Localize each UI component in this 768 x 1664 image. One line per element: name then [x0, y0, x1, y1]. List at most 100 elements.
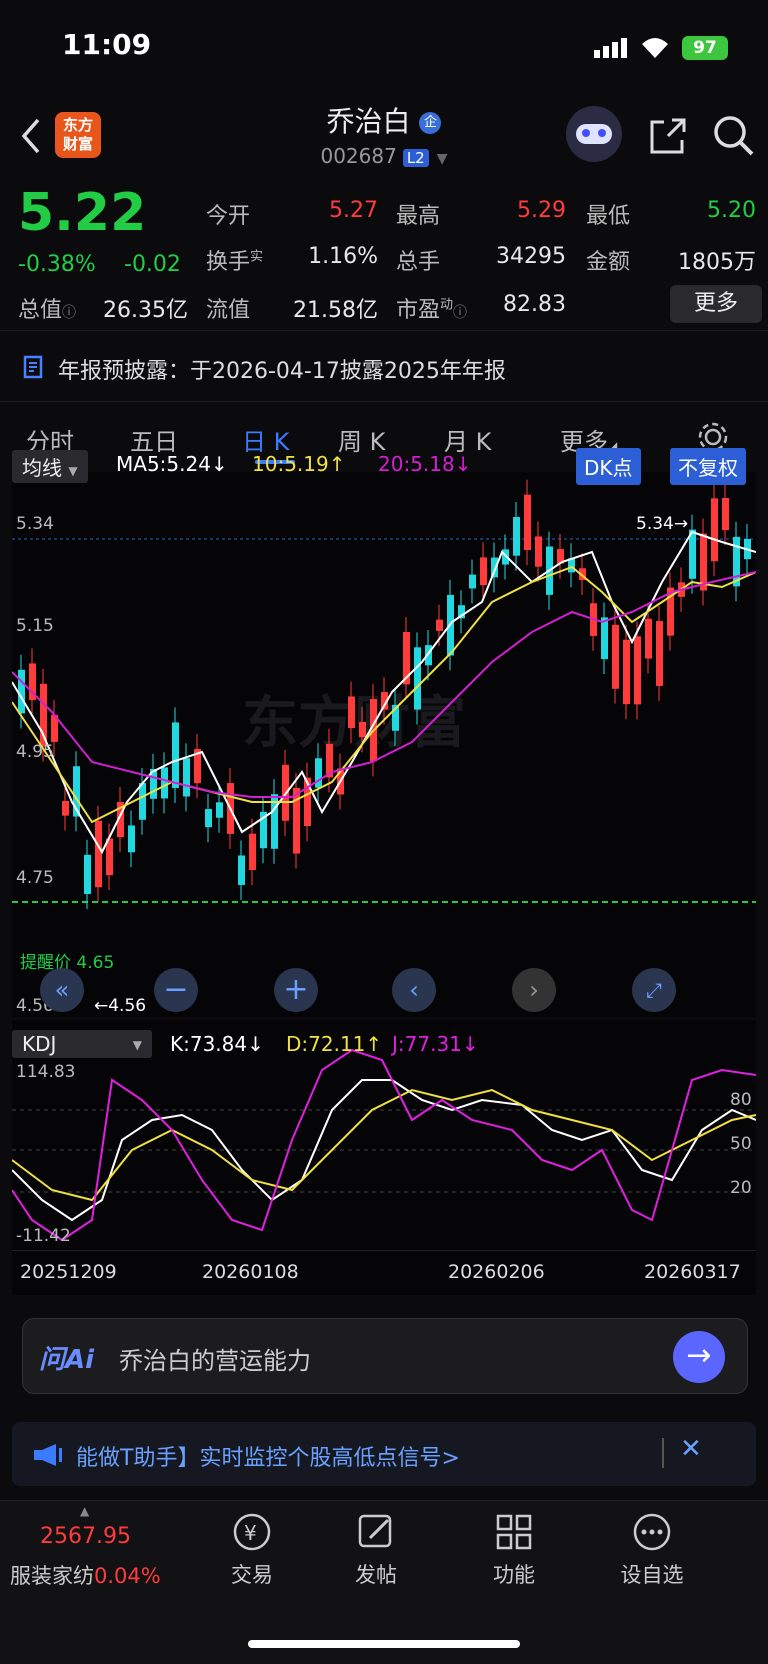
- date-label: 20260317: [644, 1261, 741, 1283]
- more-dots-icon: [633, 1513, 671, 1551]
- grid-icon: [496, 1514, 532, 1550]
- kline-chart[interactable]: 东方财富: [11, 472, 757, 1017]
- candle-body: [535, 536, 542, 567]
- candle-body: [513, 517, 520, 556]
- candle-body: [634, 636, 641, 705]
- more-button[interactable]: 更多: [670, 285, 762, 323]
- index-value[interactable]: 2567.95: [40, 1524, 131, 1549]
- candle-body: [315, 758, 322, 788]
- y-label-mid: 5.15: [16, 616, 54, 636]
- expand-up-icon[interactable]: ▲: [80, 1504, 89, 1518]
- candle-body: [623, 639, 630, 705]
- enterprise-badge: 企: [419, 112, 442, 134]
- market-cap-label: 总值ⓘ: [18, 298, 77, 323]
- candle-body: [62, 801, 69, 816]
- promo-banner[interactable]: 能做T助手】实时监控个股高低点信号> ✕: [12, 1422, 756, 1486]
- share-icon[interactable]: [648, 116, 688, 156]
- ai-logo: 问Ai: [39, 1345, 95, 1375]
- candle-body: [436, 619, 443, 631]
- change-amount: -0.02: [124, 252, 181, 277]
- candle-body: [414, 647, 421, 710]
- candle-body: [183, 758, 190, 797]
- high-label: 最高: [396, 204, 441, 229]
- kdj-bottom-label: -11.42: [16, 1226, 71, 1246]
- signal-icon: [594, 38, 627, 58]
- nav-watchlist[interactable]: 设自选: [592, 1510, 712, 1589]
- low-value: 5.20: [707, 198, 756, 223]
- megaphone-icon: [34, 1444, 62, 1466]
- pe-value: 82.83: [503, 292, 566, 317]
- open-value: 5.27: [329, 198, 378, 223]
- scroll-left-icon[interactable]: ‹: [392, 968, 436, 1012]
- j-value: J:77.31↓: [392, 1032, 479, 1056]
- ai-submit-arrow-icon[interactable]: →: [673, 1331, 725, 1383]
- candle-body: [238, 855, 245, 885]
- float-cap-value: 21.58亿: [293, 298, 378, 323]
- candle-body: [128, 825, 135, 853]
- candle-body: [524, 494, 531, 551]
- y-label-low1: 4.95: [16, 742, 54, 762]
- clock: 11:09: [62, 28, 152, 61]
- annual-report-notice[interactable]: 年报预披露：于2026-04-17披露2025年年报: [0, 330, 768, 402]
- ma5-value: MA5:5.24↓: [116, 452, 228, 476]
- candle-body: [172, 722, 179, 788]
- dk-points-button[interactable]: DK点: [576, 448, 641, 485]
- candle-body: [480, 557, 487, 586]
- candle-body: [161, 767, 168, 799]
- pe-label: 市盈动ⓘ: [396, 297, 468, 323]
- d-line: [11, 1088, 757, 1202]
- scroll-right-icon[interactable]: ›: [512, 968, 556, 1012]
- min-price-label: ←4.56: [94, 996, 147, 1016]
- amount-value: 1805万: [678, 250, 756, 275]
- kdj-20-label: 20: [730, 1178, 752, 1198]
- kline-svg: 东方财富: [11, 479, 757, 910]
- candle-body: [711, 498, 718, 562]
- j-line: [11, 1048, 757, 1242]
- candle-body: [359, 721, 366, 738]
- kdj-top-label: 114.83: [16, 1062, 76, 1082]
- level2-badge: L2: [402, 149, 429, 167]
- market-cap-value: 26.35亿: [103, 298, 188, 323]
- nav-trade[interactable]: ¥ 交易: [192, 1510, 312, 1589]
- k-value: K:73.84↓: [170, 1032, 264, 1056]
- no-adjust-button[interactable]: 不复权: [670, 448, 746, 485]
- low-label: 最低: [586, 204, 631, 229]
- battery-indicator: 97: [682, 36, 728, 60]
- candle-body: [601, 617, 608, 660]
- candles: [18, 479, 751, 910]
- fullscreen-icon[interactable]: ⤢: [632, 968, 676, 1012]
- d-value: D:72.11↑: [286, 1032, 383, 1056]
- robot-avatar[interactable]: [566, 106, 622, 162]
- document-icon: [23, 355, 43, 379]
- zoom-in-icon[interactable]: +: [274, 968, 318, 1012]
- nav-features[interactable]: 功能: [454, 1510, 574, 1589]
- status-bar: 11:09 97: [0, 0, 768, 100]
- close-icon[interactable]: ✕: [680, 1434, 702, 1464]
- open-label: 今开: [206, 204, 251, 229]
- kdj-indicator-select[interactable]: KDJ ▼: [12, 1030, 152, 1058]
- date-axis: 20251209 20260108 20260206 20260317: [12, 1250, 756, 1295]
- ma10-value: 10:5.19↑: [252, 452, 346, 476]
- edit-icon: [358, 1514, 392, 1548]
- candle-body: [84, 854, 91, 895]
- date-label: 20251209: [20, 1261, 117, 1283]
- date-label: 20260206: [448, 1261, 545, 1283]
- max-price-label: 5.34→: [636, 514, 689, 534]
- promo-divider: [662, 1438, 664, 1468]
- scroll-left-fast-icon[interactable]: «: [40, 968, 84, 1012]
- candle-body: [348, 696, 355, 729]
- turnover-label: 换手实: [206, 249, 264, 275]
- candle-body: [469, 574, 476, 589]
- indicator-select[interactable]: 均线 ▼: [12, 450, 88, 483]
- candle-body: [722, 497, 729, 531]
- amount-label: 金额: [586, 250, 631, 275]
- zoom-out-icon[interactable]: −: [154, 968, 198, 1012]
- kdj-80-label: 80: [730, 1090, 752, 1110]
- volume-value: 34295: [496, 244, 566, 269]
- search-icon[interactable]: [712, 114, 756, 158]
- change-percent: -0.38%: [18, 252, 96, 277]
- candle-body: [18, 669, 25, 714]
- ai-question-bar[interactable]: 问Ai 乔治白的营运能力 →: [22, 1318, 748, 1394]
- nav-post[interactable]: 发帖: [316, 1510, 436, 1589]
- index-name: 服装家纺0.04%: [10, 1564, 161, 1588]
